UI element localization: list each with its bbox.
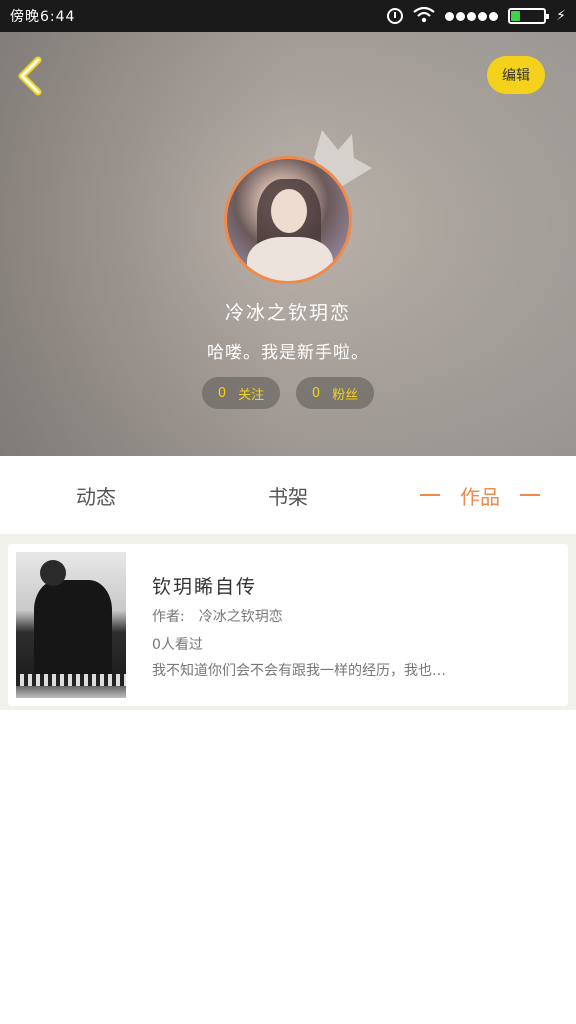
book-title: 钦玥睎自传 [152, 576, 258, 598]
book-cover-image [16, 552, 126, 698]
book-description: 我不知道你们会不会有跟我一样的经历，我也… [152, 663, 446, 679]
author-name: 冷冰之钦玥恋 [198, 609, 283, 625]
profile-tabs: 动态 书架 作品 [0, 456, 576, 534]
works-list: 钦玥睎自传 作者: 冷冰之钦玥恋 0人看过 我不知道你们会不会有跟我一样的经历，… [0, 534, 576, 710]
tab-works[interactable]: 作品 [384, 481, 576, 510]
tab-indicator-right [520, 494, 540, 496]
avatar[interactable] [224, 156, 352, 284]
following-count: 0 [217, 385, 227, 401]
fans-button[interactable]: 0 粉丝 [296, 377, 374, 409]
status-bar: 傍晚6:44 ⚡ [0, 0, 576, 32]
alarm-icon [387, 8, 404, 24]
fans-label: 粉丝 [332, 387, 359, 403]
tab-indicator-left [420, 494, 440, 496]
status-time: 傍晚6:44 [10, 9, 76, 25]
back-button[interactable] [14, 56, 48, 96]
work-card[interactable]: 钦玥睎自传 作者: 冷冰之钦玥恋 0人看过 我不知道你们会不会有跟我一样的经历，… [8, 544, 568, 706]
wifi-icon [413, 6, 435, 26]
book-author: 作者: 冷冰之钦玥恋 [152, 606, 283, 626]
chevron-left-icon [18, 56, 42, 96]
signal-icon [445, 11, 499, 21]
fans-count: 0 [311, 385, 321, 401]
author-label: 作者: [152, 609, 185, 625]
charging-icon: ⚡ [556, 8, 566, 24]
following-button[interactable]: 0 关注 [202, 377, 280, 409]
following-label: 关注 [238, 387, 265, 403]
edit-button[interactable]: 编辑 [487, 56, 545, 94]
username: 冷冰之钦玥恋 [224, 302, 351, 324]
profile-header: 编辑 冷冰之钦玥恋 哈喽。我是新手啦。 0 关注 0 粉丝 [0, 32, 576, 456]
status-icons: ⚡ [387, 6, 566, 26]
book-views: 0人看过 [152, 637, 203, 653]
battery-icon [508, 8, 550, 24]
user-bio: 哈喽。我是新手啦。 [207, 343, 369, 363]
tab-dynamics[interactable]: 动态 [0, 481, 192, 510]
tab-bookshelf[interactable]: 书架 [192, 481, 384, 510]
